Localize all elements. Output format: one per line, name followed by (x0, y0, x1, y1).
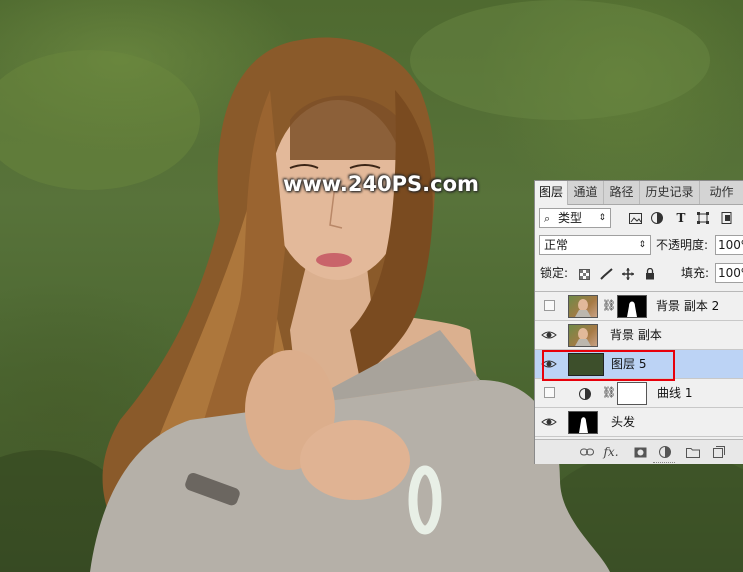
adjustment-filter-icon[interactable] (649, 210, 665, 226)
search-icon: ⌕ (544, 212, 551, 225)
add-mask-icon[interactable] (632, 444, 648, 460)
filter-kind-select[interactable]: ⌕ 类型 ⇕ (539, 208, 611, 228)
lock-pixels-brush-icon[interactable] (598, 266, 614, 282)
type-filter-icon[interactable]: T (673, 210, 689, 226)
lock-row: 锁定: 填充: 100% (535, 261, 743, 287)
lock-position-move-icon[interactable] (620, 266, 636, 282)
layer-name[interactable]: 头发 (611, 408, 635, 437)
layer-name[interactable]: 背景 副本 (610, 321, 662, 350)
layer-name[interactable]: 曲线 1 (657, 379, 692, 408)
tab-layers[interactable]: 图层 (535, 181, 568, 205)
visibility-toggle-off[interactable] (544, 387, 555, 398)
tab-channels[interactable]: 通道 (568, 181, 604, 204)
opacity-label: 不透明度: (656, 238, 709, 252)
layer-thumbnail[interactable] (568, 324, 598, 347)
layer-row[interactable]: 头发 (535, 408, 743, 437)
filter-row: ⌕ 类型 ⇕ T (535, 205, 743, 231)
highlight-box (542, 350, 675, 381)
tab-actions[interactable]: 动作 (700, 181, 743, 204)
visibility-toggle-off[interactable] (544, 300, 555, 311)
lock-all-icon[interactable] (642, 266, 658, 282)
chain-link-icon[interactable]: ⛓ (602, 299, 616, 312)
layer-row[interactable]: 背景 副本 (535, 321, 743, 350)
blend-row: 正常 ⇕ 不透明度: 100% (535, 233, 743, 259)
new-group-folder-icon[interactable] (685, 444, 701, 460)
watermark-text: www.240PS.com (283, 172, 479, 196)
blend-mode-value: 正常 (544, 238, 569, 252)
chevron-updown-icon: ⇕ (598, 213, 606, 223)
chevron-updown-icon: ⇕ (638, 240, 646, 250)
new-adjustment-icon[interactable] (657, 444, 673, 460)
eye-visibility-icon[interactable] (541, 414, 557, 430)
panel-tabs: 图层 通道 路径 历史记录 动作 (535, 181, 743, 205)
layer-thumbnail[interactable] (568, 295, 598, 318)
fill-label: 填充: (681, 266, 710, 280)
image-filter-icon[interactable] (627, 210, 643, 226)
layer-row[interactable]: ⛓ 背景 副本 2 (535, 292, 743, 321)
eye-visibility-icon[interactable] (541, 327, 557, 343)
adjustment-layer-icon[interactable] (577, 386, 593, 402)
tab-paths[interactable]: 路径 (604, 181, 640, 204)
layer-name[interactable]: 背景 副本 2 (656, 292, 719, 321)
blend-mode-select[interactable]: 正常 ⇕ (539, 235, 651, 255)
shape-filter-icon[interactable] (695, 210, 711, 226)
smart-object-filter-icon[interactable] (719, 210, 735, 226)
layer-row[interactable]: ⛓ 曲线 1 (535, 379, 743, 408)
opacity-value: 100% (718, 238, 743, 252)
layer-mask-thumbnail[interactable] (617, 382, 647, 405)
lock-label: 锁定: (540, 266, 569, 280)
filter-kind-label: 类型 (558, 211, 583, 225)
layer-thumbnail[interactable] (568, 411, 598, 434)
layer-mask-thumbnail[interactable] (617, 295, 647, 318)
tab-history[interactable]: 历史记录 (640, 181, 700, 204)
layers-panel: 图层 通道 路径 历史记录 动作 ⌕ 类型 ⇕ T 正常 ⇕ 不透明度: 100… (534, 180, 743, 464)
resize-grip[interactable] (653, 462, 675, 464)
new-layer-icon[interactable] (711, 444, 727, 460)
lock-transparent-icon[interactable] (576, 266, 592, 282)
fill-input[interactable]: 100% (715, 263, 743, 283)
panel-footer: fx. (535, 439, 743, 464)
chain-link-icon[interactable]: ⛓ (602, 386, 616, 399)
fill-value: 100% (718, 266, 743, 280)
fx-button[interactable]: fx. (603, 444, 619, 460)
opacity-input[interactable]: 100% (715, 235, 743, 255)
link-layers-icon[interactable] (579, 444, 595, 460)
